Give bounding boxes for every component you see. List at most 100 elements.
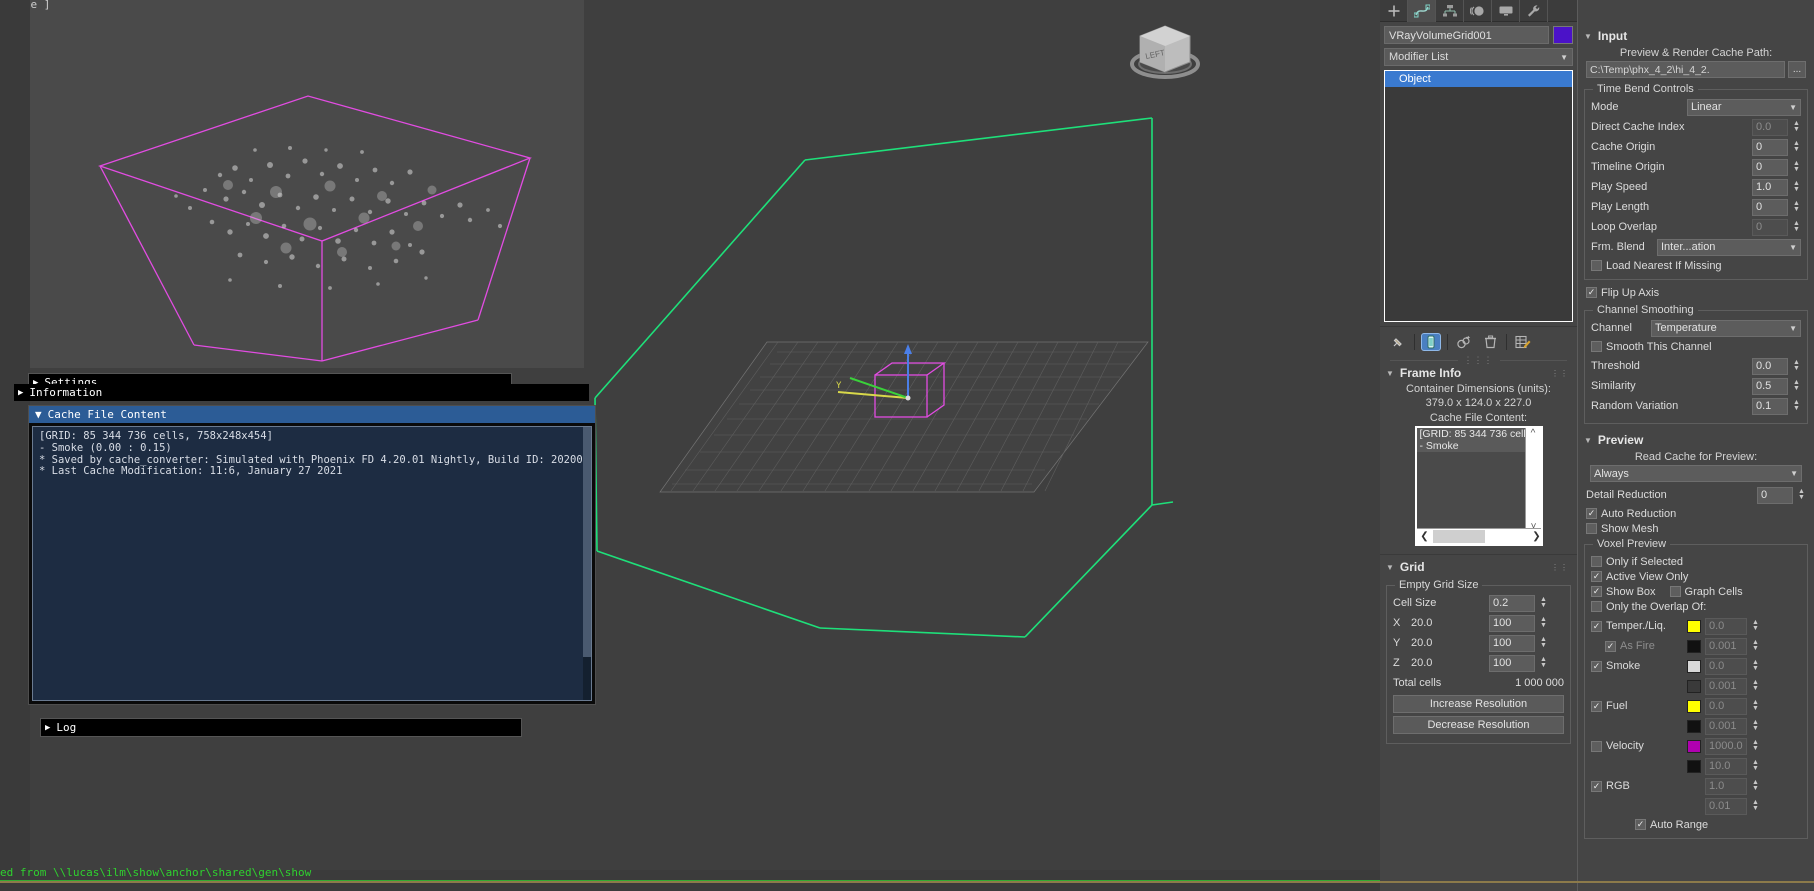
pin-stack-icon[interactable] [1388, 333, 1408, 351]
scroll-left-icon[interactable]: ❮ [1417, 531, 1433, 542]
detail-reduction-row[interactable]: Detail Reduction 0 ▲ ▼ [1578, 486, 1814, 504]
browse-cache-path-button[interactable]: ... [1788, 61, 1806, 78]
viewcube-hitbox[interactable] [1120, 14, 1210, 94]
mode-row[interactable]: Mode Linear ▼ [1591, 98, 1801, 116]
smoke-color-swatch[interactable] [1687, 659, 1701, 673]
cache-scroll-thumb[interactable] [583, 427, 591, 657]
configure-modifier-sets-icon[interactable] [1513, 333, 1533, 351]
threshold-input[interactable]: 0.0 [1752, 357, 1788, 375]
axis-cells-z-spinner[interactable]: ▲ ▼ [1539, 655, 1548, 672]
show-end-result-icon[interactable] [1421, 333, 1441, 351]
frm-blend-row[interactable]: Frm. Blend Inter...ation ▼ [1591, 238, 1801, 256]
show-box-checkbox[interactable]: ✓ Show Box [1591, 584, 1656, 599]
loop-overlap-spinner[interactable]: ▲ ▼ [1792, 219, 1801, 236]
preview-rollout-header[interactable]: ▼ Preview [1578, 430, 1814, 450]
timeline-origin-row[interactable]: Timeline Origin 0 ▲ ▼ [1591, 158, 1801, 176]
tab-display[interactable] [1492, 0, 1520, 22]
smoke-secondary-color-swatch[interactable] [1687, 679, 1701, 693]
active-view-only-checkbox[interactable]: ✓ Active View Only [1591, 569, 1801, 584]
auto-reduction-checkbox[interactable]: ✓ Auto Reduction [1578, 506, 1814, 521]
channel-row-temper[interactable]: ✓ Temper./Liq. 0.0 ▲ ▼ [1591, 617, 1801, 635]
velocity-checkbox[interactable]: Velocity [1591, 739, 1683, 754]
tab-modify[interactable] [1408, 0, 1436, 22]
play-length-spinner[interactable]: ▲ ▼ [1792, 199, 1801, 216]
direct-cache-index-row[interactable]: Direct Cache Index 0.0 ▲ ▼ [1591, 118, 1801, 136]
tab-motion[interactable] [1464, 0, 1492, 22]
rgb-secondary-spinner[interactable]: ▲ ▼ [1751, 798, 1760, 815]
graph-cells-checkbox[interactable]: Graph Cells [1669, 584, 1743, 599]
play-length-input[interactable]: 0 [1752, 198, 1788, 216]
command-panel-params-column[interactable]: ▼ Input Preview & Render Cache Path: C:\… [1578, 0, 1814, 891]
random-variation-row[interactable]: Random Variation 0.1 ▲ ▼ [1591, 397, 1801, 415]
channel-row-rgb-secondary[interactable]: 0.01 ▲ ▼ [1591, 797, 1801, 815]
cell-size-input[interactable]: 0.2 [1489, 594, 1535, 612]
detail-reduction-spinner[interactable]: ▲ ▼ [1797, 487, 1806, 504]
fuel-secondary-spinner[interactable]: ▲ ▼ [1751, 718, 1760, 735]
cache-origin-input[interactable]: 0 [1752, 138, 1788, 156]
channel-row-smoke-secondary[interactable]: 0.001 ▲ ▼ [1591, 677, 1801, 695]
axis-cells-y-spinner[interactable]: ▲ ▼ [1539, 635, 1548, 652]
channel-row-rgb[interactable]: ✓ RGB 1.0 ▲ ▼ [1591, 777, 1801, 795]
log-rollout[interactable]: ▶ Log [40, 718, 522, 737]
channel-row-smoke[interactable]: ✓ Smoke 0.0 ▲ ▼ [1591, 657, 1801, 675]
similarity-row[interactable]: Similarity 0.5 ▲ ▼ [1591, 377, 1801, 395]
smoke-secondary-value[interactable]: 0.001 [1705, 677, 1747, 695]
play-speed-row[interactable]: Play Speed 1.0 ▲ ▼ [1591, 178, 1801, 196]
fuel-value[interactable]: 0.0 [1705, 697, 1747, 715]
modifier-list-dropdown[interactable]: Modifier List ▼ [1384, 48, 1573, 66]
information-rollout[interactable]: ▶ Information [14, 384, 589, 401]
information-rollout-bar[interactable]: ▶ Information [14, 384, 589, 401]
rgb-spinner[interactable]: ▲ ▼ [1751, 778, 1760, 795]
scroll-right-icon[interactable]: ❯ [1529, 531, 1540, 542]
remove-modifier-icon[interactable] [1480, 333, 1500, 351]
mode-dropdown[interactable]: Linear ▼ [1687, 98, 1801, 116]
viewport-area[interactable]: Y LEFT e] ▶ Settings ▶ Information ▼ Ca… [0, 0, 1380, 891]
rgb-secondary-value[interactable]: 0.01 [1705, 797, 1747, 815]
command-panel-stack-column[interactable]: VRayVolumeGrid001 Modifier List ▼ Object [1380, 0, 1578, 891]
hscroll-thumb[interactable] [1432, 530, 1485, 543]
decrease-resolution-button[interactable]: Decrease Resolution [1393, 716, 1564, 734]
modifier-stack-toolbar[interactable] [1380, 326, 1577, 357]
axis-cells-x-spinner[interactable]: ▲ ▼ [1539, 615, 1548, 632]
increase-resolution-button[interactable]: Increase Resolution [1393, 695, 1564, 713]
frame-info-rollout-header[interactable]: ▼ Frame Info ⋮⋮ [1380, 363, 1577, 383]
temper-liq-spinner[interactable]: ▲ ▼ [1751, 618, 1760, 635]
cache-file-content-text[interactable]: [GRID: 85 344 736 cells, 758x248x454] - … [32, 426, 592, 701]
velocity-value[interactable]: 1000.0 [1705, 737, 1747, 755]
left-viewport[interactable]: ctive ] [30, 0, 584, 368]
auto-range-checkbox[interactable]: ✓ Auto Range [1591, 817, 1801, 832]
smoke-checkbox[interactable]: ✓ Smoke [1591, 659, 1683, 674]
cell-size-spinner[interactable]: ▲ ▼ [1539, 595, 1548, 612]
make-unique-icon[interactable] [1454, 333, 1474, 351]
similarity-input[interactable]: 0.5 [1752, 377, 1788, 395]
cache-file-content-header[interactable]: ▼ Cache File Content [29, 406, 595, 423]
cache-origin-spinner[interactable]: ▲ ▼ [1792, 139, 1801, 156]
threshold-spinner[interactable]: ▲ ▼ [1792, 358, 1801, 375]
channel-row-fuel-secondary[interactable]: 0.001 ▲ ▼ [1591, 717, 1801, 735]
command-panel-tabs[interactable] [1380, 0, 1577, 22]
cell-size-row[interactable]: Cell Size 0.2 ▲ ▼ [1393, 594, 1564, 612]
cache-origin-row[interactable]: Cache Origin 0 ▲ ▼ [1591, 138, 1801, 156]
only-if-selected-checkbox[interactable]: Only if Selected [1591, 554, 1801, 569]
timeline-origin-input[interactable]: 0 [1752, 158, 1788, 176]
as-fire-color-swatch[interactable] [1687, 639, 1701, 653]
axis-cells-y-input[interactable]: 100 [1489, 634, 1535, 652]
smoke-secondary-spinner[interactable]: ▲ ▼ [1751, 678, 1760, 695]
play-speed-spinner[interactable]: ▲ ▼ [1792, 179, 1801, 196]
command-panel[interactable]: VRayVolumeGrid001 Modifier List ▼ Object [1380, 0, 1814, 891]
play-speed-input[interactable]: 1.0 [1752, 178, 1788, 196]
object-name-field[interactable]: VRayVolumeGrid001 [1384, 26, 1549, 44]
loop-overlap-row[interactable]: Loop Overlap 0 ▲ ▼ [1591, 218, 1801, 236]
channel-row-fuel[interactable]: ✓ Fuel 0.0 ▲ ▼ [1591, 697, 1801, 715]
random-variation-input[interactable]: 0.1 [1752, 397, 1788, 415]
as-fire-spinner[interactable]: ▲ ▼ [1751, 638, 1760, 655]
cache-list-item[interactable]: [GRID: 85 344 736 cells, 7 [1416, 428, 1541, 440]
temper-liq-color-swatch[interactable] [1687, 619, 1701, 633]
velocity-color-swatch[interactable] [1687, 739, 1701, 753]
grid-axis-row-z[interactable]: Z 20.0 100 ▲ ▼ [1393, 654, 1564, 672]
frm-blend-dropdown[interactable]: Inter...ation ▼ [1657, 238, 1801, 256]
channel-dropdown[interactable]: Temperature ▼ [1651, 319, 1801, 337]
log-rollout-bar[interactable]: ▶ Log [40, 718, 522, 737]
temper-liq-value[interactable]: 0.0 [1705, 617, 1747, 635]
cache-list-item[interactable]: - Smoke [1416, 440, 1541, 452]
